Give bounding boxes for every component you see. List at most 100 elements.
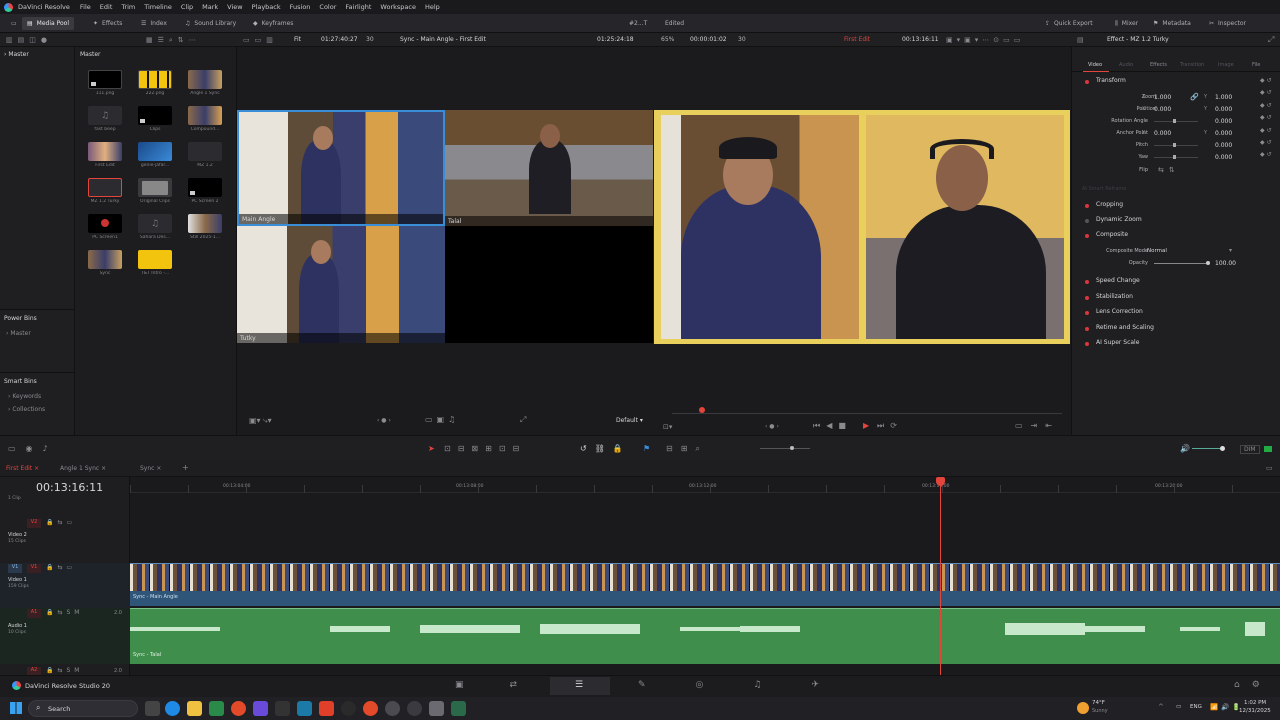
zoom-x-field[interactable]: 1.000 <box>1154 94 1171 101</box>
tab-sync[interactable]: Sync × <box>140 465 161 472</box>
app-icon[interactable] <box>275 701 290 716</box>
edge-icon[interactable] <box>165 701 180 716</box>
track-controls[interactable]: 🔒⇆SM <box>46 609 83 616</box>
timeline-viewer[interactable] <box>654 110 1070 344</box>
metadata-button[interactable]: ⚑ Metadata <box>1148 17 1196 30</box>
transport-next[interactable]: ⏭⟳ <box>877 421 903 431</box>
power-bins-master[interactable]: › Master <box>6 330 31 337</box>
enable-dot[interactable] <box>1085 234 1089 238</box>
stabilization-section[interactable]: Stabilization <box>1072 292 1280 304</box>
chrome-icon[interactable] <box>231 701 246 716</box>
menu-fusion[interactable]: Fusion <box>290 3 311 11</box>
dynamic-zoom-section[interactable]: Dynamic Zoom <box>1072 215 1280 227</box>
transport-controls[interactable]: ⏮◀■ <box>813 421 852 431</box>
menu-clip[interactable]: Clip <box>181 3 193 11</box>
multicam-angle-talal[interactable]: Talal <box>445 110 653 226</box>
audio-clip-a1[interactable]: Sync - Talal <box>130 608 1280 664</box>
opacity-slider[interactable] <box>1154 263 1206 264</box>
edit-tool-icons[interactable]: ⊡⊟⊠⊞⊡⊟ <box>444 444 526 453</box>
track-controls[interactable]: 🔒⇆SM <box>46 667 83 674</box>
timeline-name[interactable]: First Edit <box>844 36 870 43</box>
position-y-field[interactable]: 0.000 <box>1215 106 1232 113</box>
task-view-icon[interactable] <box>145 701 160 716</box>
slider-handle[interactable] <box>790 446 794 450</box>
resolve-taskbar-icon[interactable] <box>385 701 400 716</box>
ai-super-scale-section[interactable]: AI Super Scale <box>1072 338 1280 350</box>
taskbar-search[interactable]: ⌕ Search <box>28 700 138 717</box>
track-a1-button[interactable]: A1 <box>27 609 41 618</box>
multicam-angle-tutky[interactable]: Tutky <box>237 226 445 343</box>
track-controls[interactable]: 🔒⇆▭ <box>46 564 76 571</box>
menu-timeline[interactable]: Timeline <box>144 3 172 11</box>
media-clip[interactable] <box>188 70 222 89</box>
index-button[interactable]: ☰ Index <box>136 17 172 30</box>
windows-start-icon[interactable] <box>10 702 22 714</box>
composite-section[interactable]: Composite <box>1072 230 1280 242</box>
flip-icons[interactable]: ⇆⇅ <box>1158 166 1180 174</box>
speed-change-section[interactable]: Speed Change <box>1072 276 1280 288</box>
zoom-slider[interactable] <box>760 448 810 449</box>
media-clip[interactable] <box>138 250 172 269</box>
app-icon[interactable] <box>451 701 466 716</box>
tab-first-edit[interactable]: First Edit × <box>6 465 39 472</box>
lens-correction-section[interactable]: Lens Correction <box>1072 307 1280 319</box>
viewer-zoom[interactable]: 65% <box>661 36 674 43</box>
file-explorer-icon[interactable] <box>187 701 202 716</box>
viewer-layout-icons[interactable]: ▭▭▥ <box>243 36 278 44</box>
chrome-icon[interactable] <box>363 701 378 716</box>
menu-help[interactable]: Help <box>425 3 440 11</box>
slider-handle[interactable] <box>1173 143 1176 147</box>
inspector-tab-transition[interactable]: Transition <box>1180 62 1204 68</box>
keywords-bin[interactable]: › Keywords <box>8 393 41 400</box>
audio-clip-icon[interactable]: ♫ <box>88 106 122 125</box>
anchor-y-field[interactable]: 0.000 <box>1215 130 1232 137</box>
timeline-tracks[interactable]: 00:13:04:00 00:13:08:00 00:13:12:00 00:1… <box>130 477 1280 679</box>
master-bin[interactable]: › Master <box>4 51 29 58</box>
playhead-line[interactable] <box>940 477 941 675</box>
enable-dot[interactable] <box>1085 311 1089 315</box>
media-clip[interactable] <box>88 214 122 233</box>
yaw-field[interactable]: 0.000 <box>1215 154 1232 161</box>
panel-toggle-icon[interactable]: ▭ <box>6 17 22 30</box>
pool-view-icons[interactable]: ▥▤◫● <box>6 36 52 44</box>
keyframes-button[interactable]: ◆ Keyframes <box>248 17 298 30</box>
media-clip[interactable] <box>188 178 222 197</box>
app-icon[interactable] <box>209 701 224 716</box>
track-v1-button[interactable]: V1 <box>27 564 41 573</box>
list-view-icons[interactable]: ▦☰⌕⇅⋯ <box>146 36 201 45</box>
slider-handle[interactable] <box>1173 119 1176 123</box>
app-icon[interactable] <box>407 701 422 716</box>
multicam-viewer[interactable]: Main Angle Talal Tutky <box>237 110 653 343</box>
app-icon[interactable] <box>297 701 312 716</box>
inspector-tab-file[interactable]: File <box>1252 62 1260 68</box>
effects-button[interactable]: ✦ Effects <box>88 17 127 30</box>
slider-handle[interactable] <box>1173 155 1176 159</box>
enable-dot[interactable] <box>1085 219 1089 223</box>
media-clip[interactable] <box>88 70 122 89</box>
view-mode-dropdown[interactable]: Default ▾ <box>616 417 643 424</box>
media-clip[interactable] <box>138 106 172 125</box>
transform-icon[interactable]: ⤢ <box>520 415 526 425</box>
inspector-tab-effects[interactable]: Effects <box>1150 62 1167 68</box>
menu-fairlight[interactable]: Fairlight <box>345 3 371 11</box>
viewer-tool-icon[interactable]: ⊡▾ <box>663 423 672 431</box>
inspector-panel-icon[interactable]: ▤ <box>1077 36 1084 44</box>
menu-file[interactable]: File <box>80 3 91 11</box>
timeline-view-icons[interactable]: ▭◉♪ <box>8 444 58 453</box>
transform-section[interactable]: Transform <box>1072 76 1280 88</box>
folder-icon[interactable] <box>138 178 172 197</box>
yaw-slider[interactable] <box>1154 157 1198 158</box>
track-v2-button[interactable]: V2 <box>27 519 41 528</box>
inspector-button[interactable]: ✂ Inspector <box>1204 17 1251 30</box>
volume-slider[interactable] <box>1192 448 1222 449</box>
menu-workspace[interactable]: Workspace <box>380 3 416 11</box>
pitch-field[interactable]: 0.000 <box>1215 142 1232 149</box>
link-icon[interactable]: 🔗 <box>1190 93 1199 101</box>
inspector-tab-video[interactable]: Video <box>1088 62 1102 68</box>
enable-dot[interactable] <box>1085 342 1089 346</box>
reset-icons[interactable]: ◆ ↺ ◆ ↺ ◆ ↺ ◆ ↺ ◆ ↺ ◆ ↺ ◆ ↺ <box>1260 75 1272 162</box>
cropping-section[interactable]: Cropping <box>1072 200 1280 212</box>
tab-angle-1-sync[interactable]: Angle 1 Sync × <box>60 465 106 472</box>
snap-link-icons[interactable]: ↺⛓🔒 <box>580 444 631 453</box>
menu-playback[interactable]: Playback <box>252 3 281 11</box>
